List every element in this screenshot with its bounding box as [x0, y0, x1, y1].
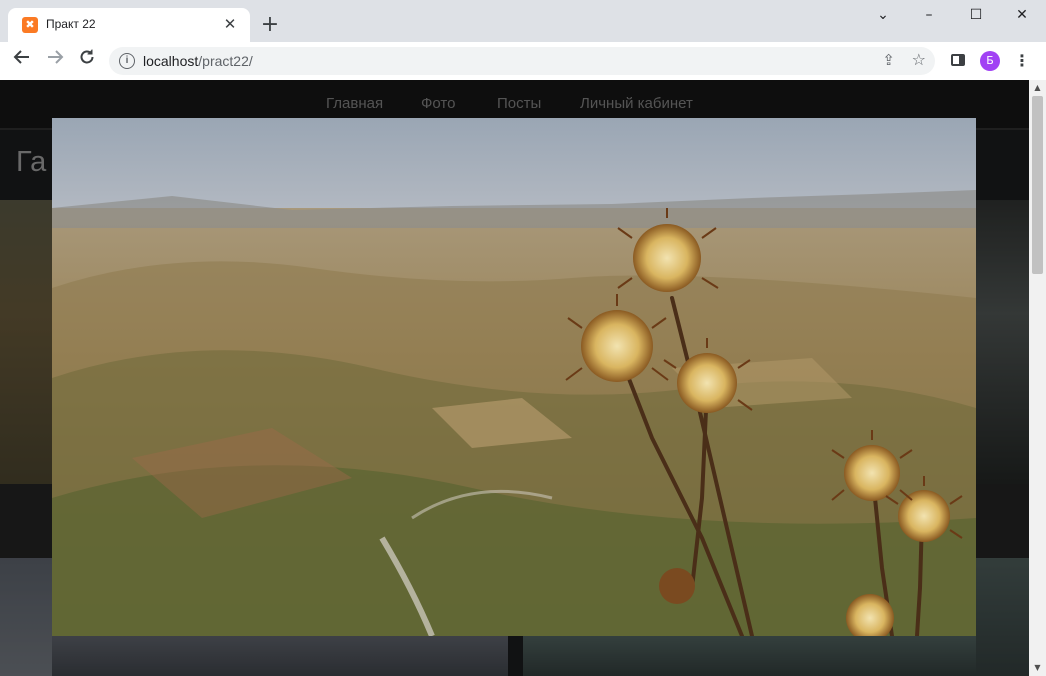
tab-title: Практ 22	[46, 17, 96, 31]
browser-tab[interactable]: ✖ Практ 22 ✕	[8, 8, 250, 42]
scrollbar-thumb[interactable]	[1032, 96, 1043, 274]
info-icon[interactable]: i	[119, 53, 135, 69]
close-window-button[interactable]: ✕	[999, 0, 1045, 30]
browser-toolbar: i localhost/pract22/ ⇪ ☆ Б ⋮	[0, 42, 1046, 80]
back-arrow-icon[interactable]	[9, 48, 35, 74]
lightbox-image[interactable]	[52, 118, 976, 636]
scroll-down-icon[interactable]: ▼	[1029, 660, 1046, 676]
maximize-button[interactable]: ☐	[953, 0, 999, 30]
page-viewport: Главная Фото Посты Личный кабинет Га	[0, 80, 1029, 676]
xampp-icon: ✖	[22, 17, 38, 33]
close-tab-icon[interactable]: ✕	[220, 14, 240, 34]
profile-avatar[interactable]: Б	[980, 51, 1000, 71]
minimize-button[interactable]: –	[906, 0, 952, 30]
tab-search-chevron-icon[interactable]: ⌄	[860, 0, 906, 30]
page-scrollbar[interactable]: ▲ ▼	[1029, 80, 1046, 676]
url-host: localhost	[143, 53, 199, 69]
forward-arrow-icon[interactable]	[42, 48, 68, 74]
kebab-menu-icon[interactable]: ⋮	[1014, 50, 1030, 72]
url-path: /pract22/	[198, 53, 253, 69]
reload-icon[interactable]	[74, 48, 100, 74]
scroll-up-icon[interactable]: ▲	[1029, 80, 1046, 96]
share-icon[interactable]: ⇪	[882, 51, 895, 69]
side-panel-icon[interactable]	[951, 54, 965, 66]
tab-strip: ✖ Практ 22 ✕ + ⌄ – ☐ ✕	[0, 0, 1046, 42]
star-icon[interactable]: ☆	[912, 50, 926, 69]
new-tab-button[interactable]: +	[258, 13, 282, 37]
url-text[interactable]: localhost/pract22/	[143, 53, 253, 69]
address-bar[interactable]: i localhost/pract22/ ⇪ ☆	[109, 47, 935, 75]
